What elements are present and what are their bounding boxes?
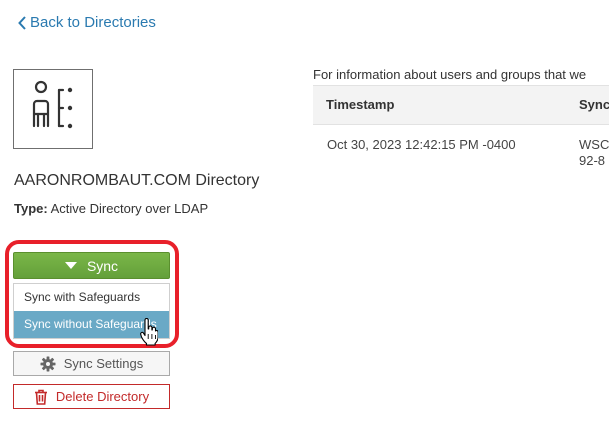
- cell-timestamp: Oct 30, 2023 12:42:15 PM -0400: [327, 137, 516, 152]
- hand-pointer-cursor-icon: [140, 318, 158, 346]
- info-text: For information about users and groups t…: [313, 67, 587, 82]
- column-header-sync[interactable]: Sync: [579, 97, 609, 112]
- directory-title: AARONROMBAUT.COM Directory: [14, 172, 260, 189]
- trash-icon: [34, 389, 47, 405]
- sync-button[interactable]: Sync: [13, 252, 170, 279]
- sync-settings-label: Sync Settings: [63, 356, 144, 371]
- sync-button-label: Sync: [86, 257, 119, 274]
- back-link-label: Back to Directories: [30, 14, 156, 31]
- delete-directory-button[interactable]: Delete Directory: [13, 384, 170, 409]
- table-header: Timestamp Sync: [313, 85, 609, 125]
- gear-icon: [40, 356, 56, 371]
- column-header-timestamp[interactable]: Timestamp: [326, 97, 394, 112]
- sync-settings-button[interactable]: Sync Settings: [13, 351, 170, 376]
- directory-icon-box: [13, 69, 93, 149]
- directory-type-value: Active Directory over LDAP: [50, 201, 209, 216]
- menu-item-sync-with-safeguards[interactable]: Sync with Safeguards: [14, 284, 169, 311]
- cell-sync: WSC 92-8: [579, 137, 609, 169]
- directory-person-icon: [32, 80, 73, 129]
- cell-sync-line2: 92-8: [579, 153, 606, 168]
- caret-down-icon: [64, 262, 77, 269]
- sync-history-table: Timestamp Sync Oct 30, 2023 12:42:15 PM …: [313, 85, 609, 181]
- back-to-directories-link[interactable]: Back to Directories: [18, 14, 156, 31]
- cell-sync-line1: WSC: [579, 137, 609, 152]
- directory-type: Type: Active Directory over LDAP: [14, 201, 208, 216]
- directory-type-label: Type:: [14, 201, 48, 216]
- chevron-left-icon: [18, 15, 26, 30]
- table-row: Oct 30, 2023 12:42:15 PM -0400 WSC 92-8: [313, 125, 609, 181]
- delete-directory-label: Delete Directory: [55, 389, 150, 404]
